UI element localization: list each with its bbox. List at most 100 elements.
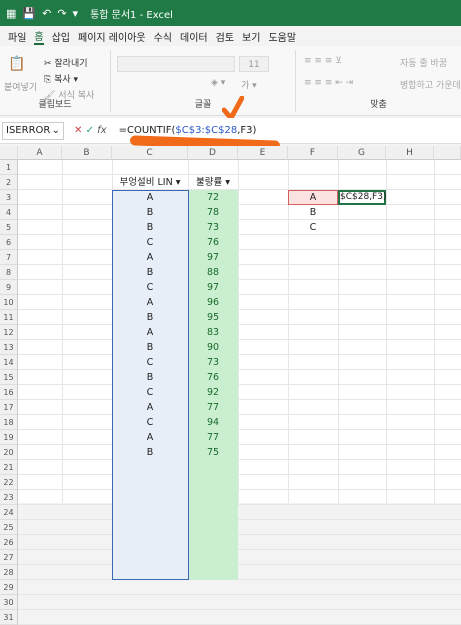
wrap-text-button[interactable]: 자동 줄 바꿈 [400,56,447,69]
font-size-select[interactable]: 11 [239,56,269,72]
row-header-19[interactable]: 19 [0,430,18,445]
row-header-22[interactable]: 22 [0,475,18,490]
row-header-8[interactable]: 8 [0,265,18,280]
col-header-c[interactable]: C [112,146,188,160]
row-header-11[interactable]: 11 [0,310,18,325]
cell-d15[interactable]: 76 [188,370,238,385]
row-header-25[interactable]: 25 [0,520,18,535]
row-header-20[interactable]: 20 [0,445,18,460]
cell-d4[interactable]: 78 [188,205,238,220]
fill-color-icon[interactable]: ◈ ▾ [211,78,225,88]
row-header-14[interactable]: 14 [0,355,18,370]
cell-f3[interactable]: A [288,190,338,205]
col-header-d[interactable]: D [188,146,238,160]
cell-d27[interactable] [188,550,238,565]
menu-data[interactable]: 데이터 [180,29,208,44]
row-header-6[interactable]: 6 [0,235,18,250]
row-header-2[interactable]: 2 [0,175,18,190]
row-header-31[interactable]: 31 [0,610,18,625]
row-header-27[interactable]: 27 [0,550,18,565]
chevron-down-icon[interactable]: ⌄ [52,125,60,136]
paste-icon[interactable]: 📋 [8,56,25,72]
cell-d6[interactable]: 76 [188,235,238,250]
row-header-16[interactable]: 16 [0,385,18,400]
cancel-icon[interactable]: ✕ [74,125,82,136]
header-cell-d2[interactable]: 불량률 ▾ [188,175,238,190]
cell-d9[interactable]: 97 [188,280,238,295]
row-header-3[interactable]: 3 [0,190,18,205]
cell-d12[interactable]: 83 [188,325,238,340]
row-header-26[interactable]: 26 [0,535,18,550]
cell-d25[interactable] [188,520,238,535]
enter-icon[interactable]: ✓ [86,125,94,136]
cell-d17[interactable]: 77 [188,400,238,415]
row-header-21[interactable]: 21 [0,460,18,475]
row-header-30[interactable]: 30 [0,595,18,610]
col-header-a[interactable]: A [18,146,62,160]
corner-select[interactable] [0,146,18,160]
active-cell-g3[interactable]: $C$28,F3) [338,190,386,205]
undo-icon[interactable]: ↶ [42,7,51,20]
row-header-5[interactable]: 5 [0,220,18,235]
paste-button[interactable]: 붙여넣기 [4,80,37,93]
row-header-15[interactable]: 15 [0,370,18,385]
row-header-4[interactable]: 4 [0,205,18,220]
col-header-b[interactable]: B [62,146,112,160]
name-box[interactable]: ISERROR ⌄ [2,121,64,140]
cell-d3[interactable]: 72 [188,190,238,205]
col-header-e[interactable]: E [238,146,288,160]
menu-home[interactable]: 홈 [34,28,44,45]
cell-d18[interactable]: 94 [188,415,238,430]
row-header-13[interactable]: 13 [0,340,18,355]
menu-help[interactable]: 도움말 [268,29,296,44]
cell-d21[interactable] [188,460,238,475]
cell-d22[interactable] [188,475,238,490]
formula-input[interactable]: =COUNTIF($C$3:$C$28,F3) [119,125,257,136]
spreadsheet-grid[interactable]: A B C D E F G H 1 2 3 4 5 6 7 8 9 10 11 12 13 14 15 16 1… [0,146,461,625]
row-header-9[interactable]: 9 [0,280,18,295]
menu-view[interactable]: 보기 [242,29,260,44]
row-header-18[interactable]: 18 [0,415,18,430]
col-header-f[interactable]: F [288,146,338,160]
col-header-h[interactable]: H [386,146,434,160]
font-color-icon[interactable]: 가 ▾ [241,78,257,91]
menu-formulas[interactable]: 수식 [154,29,172,44]
cell-f4[interactable]: B [288,205,338,220]
align-icons[interactable]: ≡ ≡ ≡ ⊻ [304,56,342,66]
copy-button[interactable]: ⎘ 복사 ▾ [44,72,78,85]
cell-d26[interactable] [188,535,238,550]
cell-d19[interactable]: 77 [188,430,238,445]
row-header-7[interactable]: 7 [0,250,18,265]
cell-d20[interactable]: 75 [188,445,238,460]
row-header-29[interactable]: 29 [0,580,18,595]
row-header-17[interactable]: 17 [0,400,18,415]
menu-insert[interactable]: 삽입 [52,29,70,44]
font-name-select[interactable] [117,56,235,72]
menu-page-layout[interactable]: 페이지 레이아웃 [78,29,146,44]
redo-icon[interactable]: ↷ [57,7,66,20]
customize-icon[interactable]: ▾ [73,7,79,20]
cell-d7[interactable]: 97 [188,250,238,265]
indent-icons[interactable]: ≡ ≡ ≡ ⇤ ⇥ [304,78,353,88]
cell-f5[interactable]: C [288,220,338,235]
cell-d11[interactable]: 95 [188,310,238,325]
row-header-28[interactable]: 28 [0,565,18,580]
merge-button[interactable]: 병합하고 가운데 [400,78,461,91]
cell-d13[interactable]: 90 [188,340,238,355]
cell-d24[interactable] [188,505,238,520]
row-header-12[interactable]: 12 [0,325,18,340]
fx-icon[interactable]: fx [97,125,106,136]
cell-d16[interactable]: 92 [188,385,238,400]
cell-d8[interactable]: 88 [188,265,238,280]
save-icon[interactable]: 💾 [22,7,36,20]
cell-d10[interactable]: 96 [188,295,238,310]
row-header-1[interactable]: 1 [0,160,18,175]
row-header-24[interactable]: 24 [0,505,18,520]
menu-file[interactable]: 파일 [8,29,26,44]
col-header-g[interactable]: G [338,146,386,160]
menu-review[interactable]: 검토 [216,29,234,44]
cell-d14[interactable]: 73 [188,355,238,370]
cut-button[interactable]: ✂ 잘라내기 [44,56,88,69]
row-header-10[interactable]: 10 [0,295,18,310]
cell-d28[interactable] [188,565,238,580]
